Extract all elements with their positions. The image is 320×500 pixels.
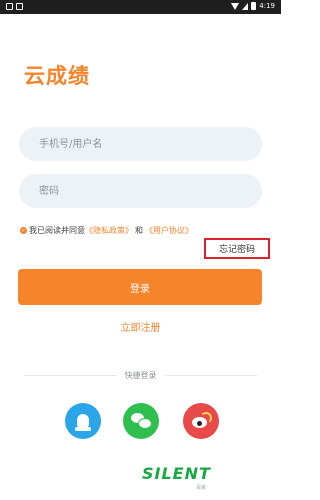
login-button[interactable]: 登录: [18, 269, 262, 305]
quick-login-label: 快捷登录: [124, 371, 157, 380]
wechat-login-button[interactable]: [123, 403, 159, 439]
password-field[interactable]: [19, 174, 262, 208]
qq-login-button[interactable]: [65, 403, 101, 439]
status-bar: 4:19: [0, 0, 281, 14]
agreement-prefix: 我已阅读并同意: [29, 226, 85, 235]
password-input[interactable]: [37, 184, 262, 198]
notification-icon: [16, 3, 23, 10]
register-link[interactable]: 立即注册: [0, 319, 281, 334]
watermark-sub: 百家: [196, 485, 207, 491]
status-time: 4:19: [259, 2, 275, 10]
privacy-policy-link[interactable]: 《隐私政策》: [85, 225, 133, 236]
notification-icon: [6, 3, 13, 10]
divider-line: [164, 375, 257, 376]
qq-icon: [75, 413, 91, 431]
battery-icon: [251, 2, 257, 10]
weibo-icon: [192, 412, 212, 428]
forgot-password-link[interactable]: 忘记密码: [204, 238, 270, 259]
watermark-logo: SILENT: [142, 464, 211, 483]
divider-line: [24, 375, 117, 376]
weibo-login-button[interactable]: [183, 403, 219, 439]
username-field[interactable]: [19, 127, 262, 161]
wifi-icon: [231, 2, 240, 10]
status-icons-left: [6, 3, 23, 10]
agreement-and: 和: [135, 226, 143, 235]
app-title: 云成绩: [24, 64, 90, 88]
status-icons-right: 4:19: [231, 2, 275, 10]
username-input[interactable]: [37, 137, 262, 151]
agreement-checkbox[interactable]: ✓: [20, 227, 27, 234]
wechat-icon: [131, 413, 152, 429]
agreement-row: ✓ 我已阅读并同意 《隐私政策》 和 《用户协议》: [20, 225, 193, 236]
signal-icon: [242, 2, 249, 10]
user-agreement-link[interactable]: 《用户协议》: [145, 225, 193, 236]
quick-login-divider: 快捷登录: [24, 371, 257, 380]
